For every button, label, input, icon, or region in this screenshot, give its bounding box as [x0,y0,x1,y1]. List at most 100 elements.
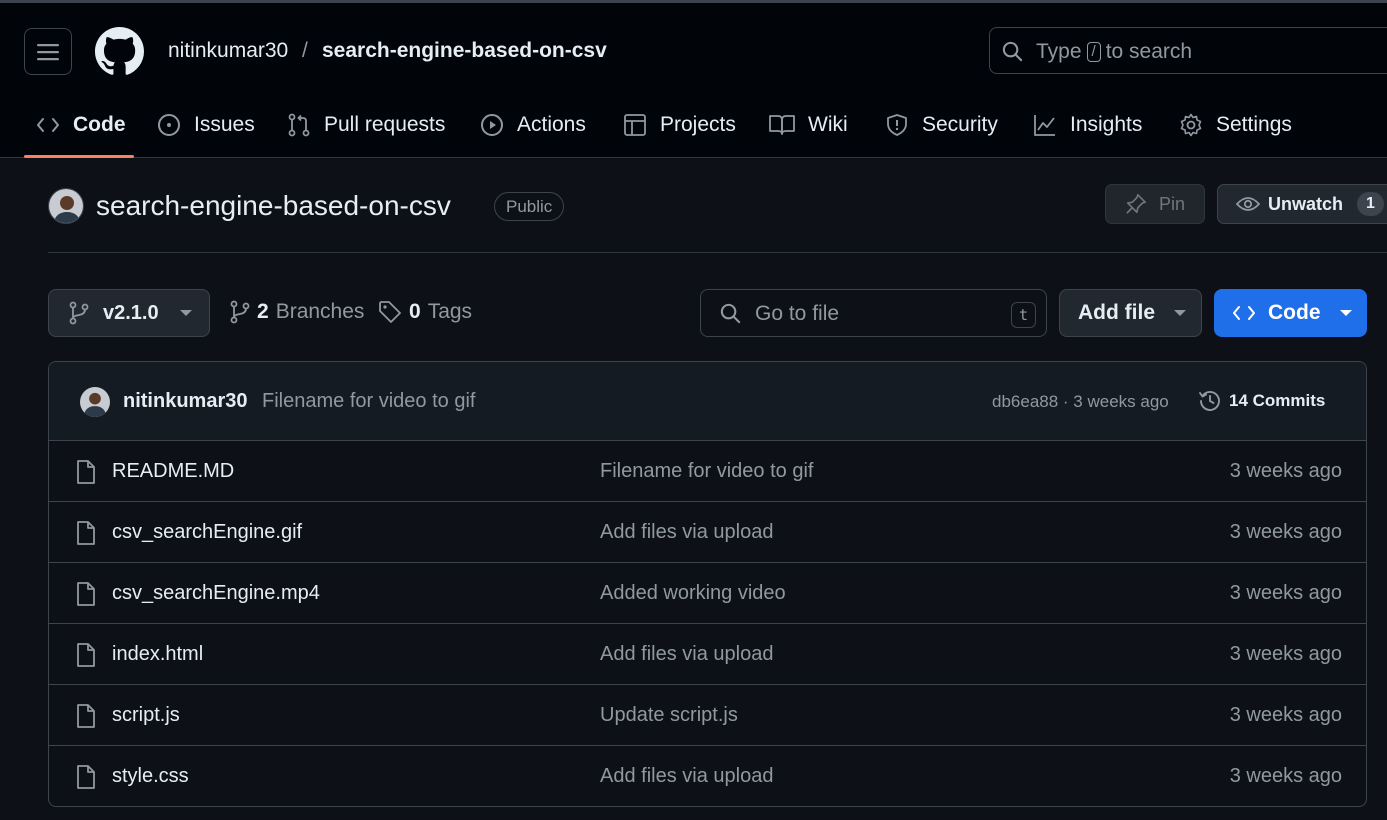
git-branch-icon [69,301,89,325]
divider [48,252,1387,253]
file-commit-message-link[interactable]: Add files via upload [600,643,773,666]
search-icon [719,302,742,325]
tab-wiki[interactable]: Wiki [769,108,848,142]
watch-count-badge: 1 [1357,192,1384,216]
file-commit-message-link[interactable]: Update script.js [600,704,738,727]
file-name-link[interactable]: README.MD [112,460,234,483]
file-name-link[interactable]: script.js [112,704,180,727]
branches-count: 2 [257,300,269,323]
file-commit-date: 3 weeks ago [1229,704,1342,726]
top-edge-line [0,0,1387,3]
tab-insights-label: Insights [1070,113,1143,136]
file-commit-message-link[interactable]: Added working video [600,582,786,605]
hamburger-icon [37,43,59,60]
triangle-down-icon [179,310,192,316]
go-to-file-placeholder: Go to file [755,302,840,325]
repo-title[interactable]: search-engine-based-on-csv [96,190,451,222]
commit-author-avatar[interactable] [80,387,110,417]
triangle-down-icon [1339,310,1352,316]
tags-link[interactable]: 0 Tags [378,300,472,324]
owner-avatar[interactable] [48,188,84,224]
tab-projects-label: Projects [660,113,736,136]
file-icon [76,643,96,667]
pin-label: Pin [1158,193,1185,214]
github-logo-icon[interactable] [95,27,144,76]
file-commit-date: 3 weeks ago [1229,765,1342,787]
breadcrumb-repo[interactable]: search-engine-based-on-csv [322,39,607,63]
table-row: csv_searchEngine.gif Add files via upload… [49,502,1366,563]
tab-code[interactable]: Code [36,108,126,142]
tab-actions[interactable]: Actions [480,108,586,142]
unwatch-button[interactable]: Unwatch 1 [1217,184,1387,224]
tab-wiki-label: Wiki [808,113,848,136]
code-icon [37,118,59,132]
table-row: script.js Update script.js 3 weeks ago [49,685,1366,746]
git-pull-request-icon [288,113,310,137]
tab-pull-requests[interactable]: Pull requests [287,108,445,142]
tab-code-label: Code [73,113,126,136]
file-name-link[interactable]: csv_searchEngine.mp4 [112,582,320,605]
tab-actions-label: Actions [517,113,586,136]
code-button[interactable]: Code [1214,289,1367,337]
graph-icon [1034,115,1055,136]
branches-link[interactable]: 2 Branches [230,300,364,324]
file-name-link[interactable]: index.html [112,643,203,666]
commits-history-link[interactable]: 14 Commits [1198,389,1325,413]
file-icon [76,460,96,484]
go-to-file-input[interactable] [700,289,1047,337]
book-icon [769,115,795,135]
unwatch-label: Unwatch [1268,193,1344,214]
file-commit-date: 3 weeks ago [1229,460,1342,482]
commit-hash-time[interactable]: db6ea88 · 3 weeks ago [992,392,1169,412]
tab-insights[interactable]: Insights [1033,108,1142,142]
add-file-label: Add file [1078,301,1155,324]
latest-commit-row: nitinkumar30 Filename for video to gif d… [49,362,1366,441]
file-commit-date: 3 weeks ago [1229,582,1342,604]
commits-count-label: 14 Commits [1229,391,1326,410]
breadcrumb-separator: / [302,39,308,62]
table-row: README.MD Filename for video to gif 3 week… [49,441,1366,502]
file-commit-message-link[interactable]: Add files via upload [600,521,773,544]
eye-icon [1236,197,1260,211]
search-placeholder-prefix: Type [1036,40,1082,63]
pin-button[interactable]: Pin [1105,184,1205,224]
breadcrumb-owner[interactable]: nitinkumar30 [168,39,288,63]
tab-security[interactable]: Security [885,108,998,142]
table-row: style.css Add files via upload 3 weeks ago [49,746,1366,806]
shield-icon [887,114,907,136]
file-commit-message-link[interactable]: Add files via upload [600,765,773,788]
git-branch-icon [230,300,250,324]
commit-message[interactable]: Filename for video to gif [262,390,475,413]
tab-settings[interactable]: Settings [1179,108,1292,142]
file-name-link[interactable]: style.css [112,765,189,788]
go-to-file-shortcut: t [1011,302,1036,328]
branch-select-button[interactable]: v2.1.0 [48,289,210,337]
tab-projects[interactable]: Projects [623,108,736,142]
add-file-button[interactable]: Add file [1059,289,1202,337]
tag-icon [379,301,401,323]
tags-count: 0 [409,300,421,323]
global-header: nitinkumar30 / search-engine-based-on-cs… [0,0,1387,158]
visibility-badge: Public [494,192,565,221]
global-search-placeholder: Type / to search [1036,40,1192,64]
file-commit-date: 3 weeks ago [1229,643,1342,665]
tab-security-label: Security [922,113,998,136]
table-row: index.html Add files via upload 3 weeks ag… [49,624,1366,685]
file-commit-message-link[interactable]: Filename for video to gif [600,460,813,483]
search-placeholder-suffix: to search [1105,40,1193,63]
code-icon [1233,306,1255,320]
tab-issues-label: Issues [194,113,255,136]
pin-icon [1126,194,1146,214]
triangle-down-icon [1174,310,1186,316]
table-row: csv_searchEngine.mp4 Added working video 3… [49,563,1366,624]
commit-author[interactable]: nitinkumar30 [123,390,247,413]
search-shortcut-key: / [1086,42,1101,62]
tab-issues[interactable]: Issues [157,108,255,142]
tab-settings-label: Settings [1216,113,1292,136]
file-commit-date: 3 weeks ago [1229,521,1342,543]
file-icon [76,765,96,789]
file-name-link[interactable]: csv_searchEngine.gif [112,521,302,544]
menu-button[interactable] [24,28,72,75]
tab-pull-requests-label: Pull requests [324,113,446,136]
file-icon [76,704,96,728]
